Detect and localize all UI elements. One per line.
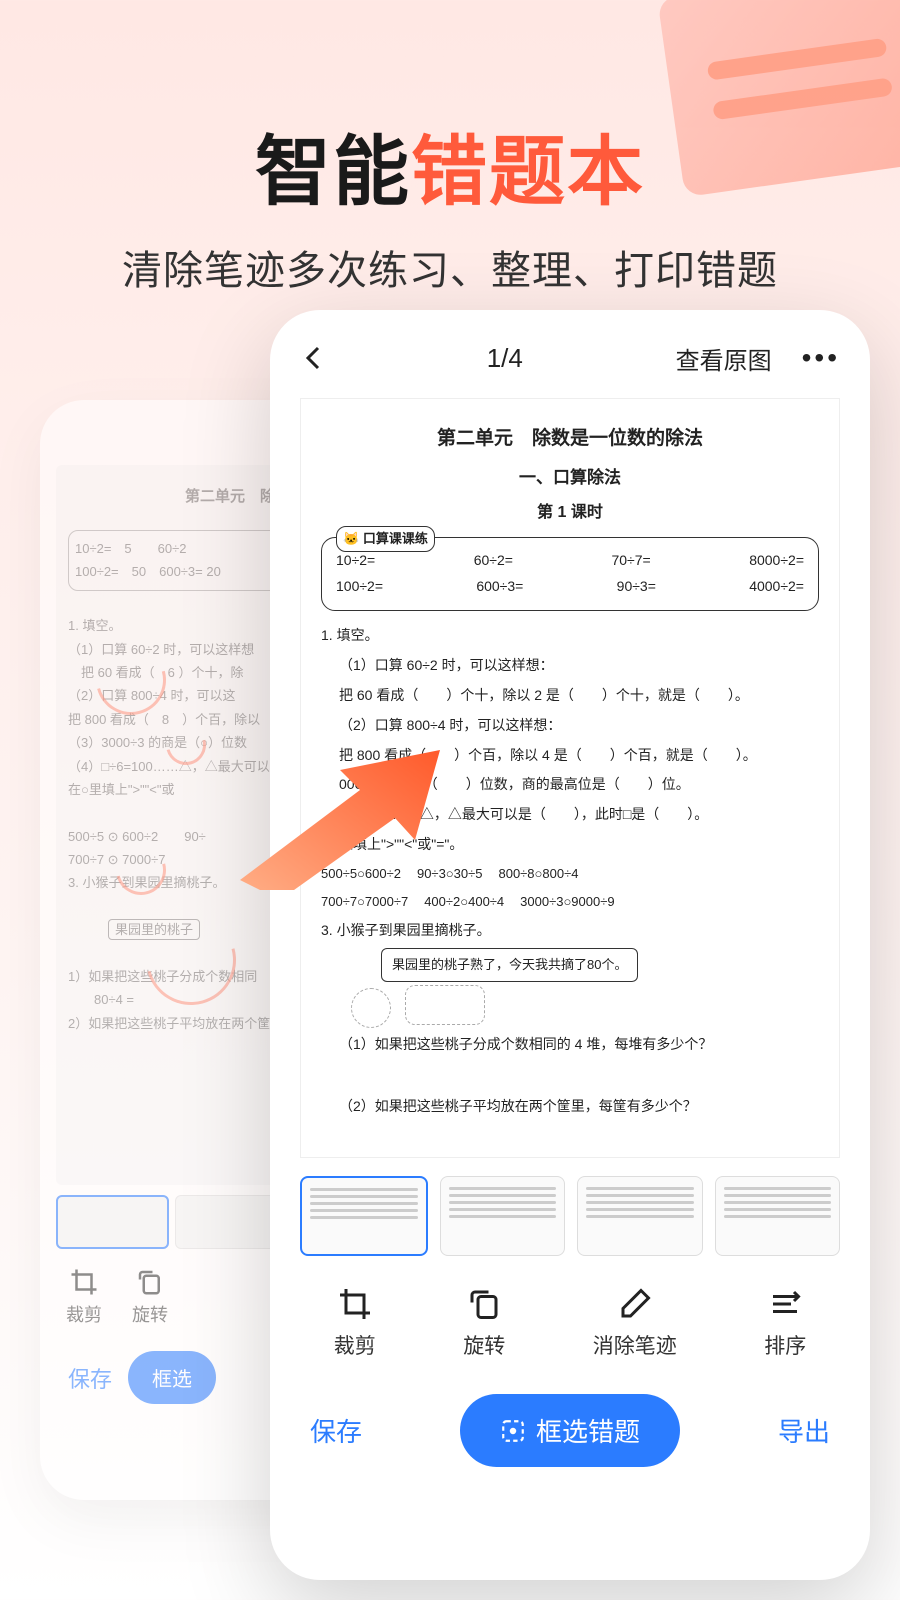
select-errors-label: 框选错题 bbox=[536, 1412, 640, 1449]
crop-label: 裁剪 bbox=[334, 1330, 376, 1360]
select-box-icon bbox=[500, 1418, 526, 1444]
erase-button[interactable]: 消除笔迹 bbox=[593, 1286, 677, 1360]
crop-button[interactable]: 裁剪 bbox=[334, 1286, 376, 1360]
hero-subtitle: 清除笔迹多次练习、整理、打印错题 bbox=[0, 238, 900, 296]
doc-h5: 第 1 课时 bbox=[321, 498, 819, 528]
export-button[interactable]: 导出 bbox=[778, 1412, 830, 1449]
tool-row: 裁剪 旋转 消除笔迹 排序 bbox=[270, 1264, 870, 1368]
rotate-label: 旋转 bbox=[463, 1330, 505, 1360]
rotate-icon bbox=[466, 1286, 502, 1322]
sort-button[interactable]: 排序 bbox=[764, 1286, 806, 1360]
rotate-button[interactable]: 旋转 bbox=[463, 1286, 505, 1360]
erase-label: 消除笔迹 bbox=[593, 1330, 677, 1360]
title-accent: 错题本 bbox=[411, 130, 645, 215]
sort-icon bbox=[767, 1286, 803, 1322]
title-black: 智能 bbox=[255, 130, 411, 215]
more-icon[interactable]: ••• bbox=[796, 342, 846, 374]
doc-h4: 一、口算除法 bbox=[321, 462, 819, 493]
story-bubble: 果园里的桃子熟了，今天我共摘了80个。 bbox=[381, 948, 638, 982]
back-crop[interactable]: 裁剪 bbox=[66, 1267, 102, 1327]
arrow-icon bbox=[230, 740, 450, 890]
phone-mock-front: 1/4 查看原图 ••• 第二单元 除数是一位数的除法 一、口算除法 第 1 课… bbox=[270, 310, 870, 1580]
thumbnail-3[interactable] bbox=[577, 1176, 703, 1256]
eraser-icon bbox=[617, 1286, 653, 1322]
sort-label: 排序 bbox=[764, 1330, 806, 1360]
squirrel-icon bbox=[351, 988, 391, 1028]
save-button[interactable]: 保存 bbox=[310, 1412, 362, 1449]
thumbnail-4[interactable] bbox=[715, 1176, 841, 1256]
hero-decoration bbox=[657, 0, 900, 197]
box-tag: 🐱 口算课课练 bbox=[336, 526, 435, 552]
crop-icon bbox=[337, 1286, 373, 1322]
peach-pile-icon bbox=[405, 985, 485, 1025]
thumbnail-1[interactable] bbox=[300, 1176, 428, 1256]
action-row: 保存 框选错题 导出 bbox=[270, 1368, 870, 1497]
back-rotate[interactable]: 旋转 bbox=[132, 1267, 168, 1327]
practice-box: 🐱 口算课课练 10÷2=60÷2=70÷7=8000÷2= 100÷2=600… bbox=[321, 537, 819, 611]
back-save[interactable]: 保存 bbox=[68, 1362, 112, 1394]
page-indicator: 1/4 bbox=[487, 343, 523, 374]
select-errors-button[interactable]: 框选错题 bbox=[460, 1394, 680, 1467]
front-header: 1/4 查看原图 ••• bbox=[270, 310, 870, 392]
thumbnail-strip bbox=[270, 1158, 870, 1264]
doc-h3: 第二单元 除数是一位数的除法 bbox=[321, 421, 819, 456]
back-button[interactable] bbox=[294, 340, 334, 376]
back-select-pill[interactable]: 框选 bbox=[128, 1351, 216, 1404]
view-original-button[interactable]: 查看原图 bbox=[676, 341, 772, 376]
thumbnail-2[interactable] bbox=[440, 1176, 566, 1256]
